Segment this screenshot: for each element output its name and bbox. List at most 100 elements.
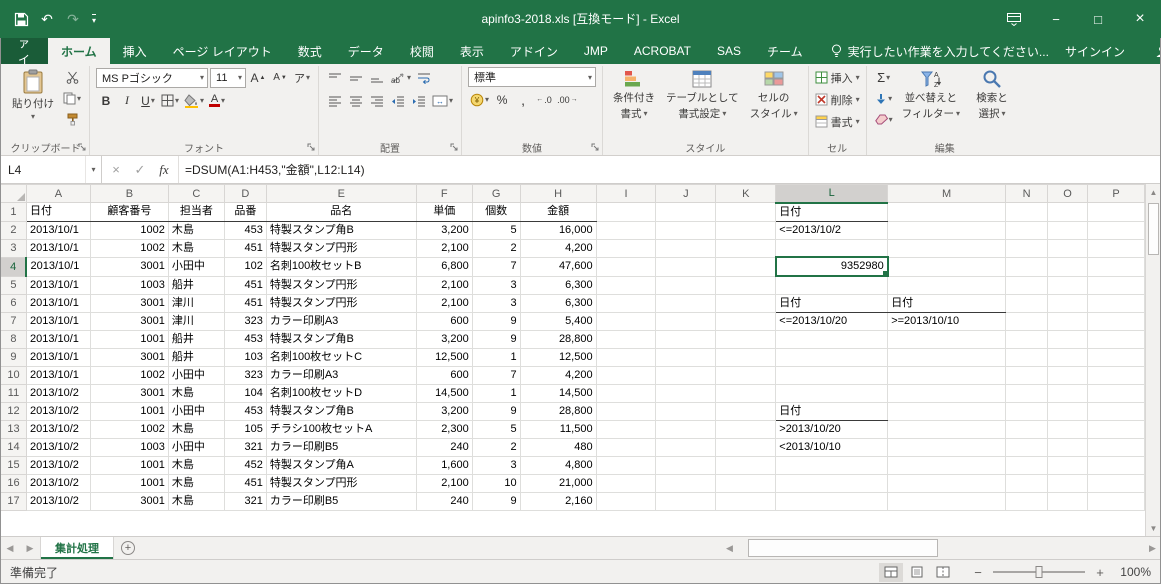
decrease-font-size-button[interactable]: A▼ <box>270 67 290 88</box>
tab-データ[interactable]: データ <box>335 38 397 64</box>
cell-B2[interactable]: 1002 <box>90 221 168 239</box>
cell-J16[interactable] <box>656 474 716 492</box>
cell-D4[interactable]: 102 <box>224 257 266 276</box>
cell-G4[interactable]: 7 <box>472 257 520 276</box>
cell-G5[interactable]: 3 <box>472 276 520 294</box>
cell-F8[interactable]: 3,200 <box>416 330 472 348</box>
cell-M12[interactable] <box>888 402 1006 420</box>
zoom-out-icon[interactable]: − <box>969 565 987 580</box>
cell-F6[interactable]: 2,100 <box>416 294 472 312</box>
cell-I3[interactable] <box>596 239 656 257</box>
cell-O6[interactable] <box>1048 294 1088 312</box>
align-top-button[interactable] <box>325 67 345 88</box>
cell-H9[interactable]: 12,500 <box>520 348 596 366</box>
share-button[interactable]: 共有 <box>1141 43 1161 60</box>
scroll-right-icon[interactable]: ▶ <box>1144 537 1161 559</box>
cell-I4[interactable] <box>596 257 656 276</box>
decrease-decimal-button[interactable]: .00→ <box>555 89 580 110</box>
col-header-L[interactable]: L <box>776 185 888 203</box>
cell-M16[interactable] <box>888 474 1006 492</box>
cell-L10[interactable] <box>776 366 888 384</box>
cell-M7[interactable]: >=2013/10/10 <box>888 312 1006 330</box>
cell-N8[interactable] <box>1006 330 1048 348</box>
cell-B12[interactable]: 1001 <box>90 402 168 420</box>
italic-button[interactable]: I <box>117 90 137 111</box>
cell-J12[interactable] <box>656 402 716 420</box>
tab-校閲[interactable]: 校閲 <box>397 38 447 64</box>
col-header-F[interactable]: F <box>416 185 472 203</box>
cell-H14[interactable]: 480 <box>520 438 596 456</box>
format-cells-button[interactable]: 書式 ▾ <box>815 111 860 132</box>
cell-I17[interactable] <box>596 492 656 510</box>
cell-P6[interactable] <box>1087 294 1144 312</box>
cell-E9[interactable]: 名刺100枚セットC <box>266 348 416 366</box>
cell-N16[interactable] <box>1006 474 1048 492</box>
cell-B15[interactable]: 1001 <box>90 456 168 474</box>
sheet-nav-left-icon[interactable]: ◀ <box>0 537 20 559</box>
cell-K17[interactable] <box>716 492 776 510</box>
zoom-slider-thumb[interactable] <box>1036 566 1043 578</box>
cell-E14[interactable]: カラー印刷B5 <box>266 438 416 456</box>
sort-filter-button[interactable]: AZ 並べ替えと フィルター▾ <box>898 67 964 121</box>
find-select-button[interactable]: 検索と 選択▾ <box>967 67 1017 121</box>
clear-button[interactable]: ▾ <box>873 109 895 130</box>
cell-F17[interactable]: 240 <box>416 492 472 510</box>
cell-F15[interactable]: 1,600 <box>416 456 472 474</box>
cell-I9[interactable] <box>596 348 656 366</box>
sign-in-button[interactable]: サインイン <box>1049 43 1141 60</box>
cell-A9[interactable]: 2013/10/1 <box>26 348 90 366</box>
cell-P17[interactable] <box>1087 492 1144 510</box>
cell-L14[interactable]: <2013/10/10 <box>776 438 888 456</box>
cell-K6[interactable] <box>716 294 776 312</box>
cell-G17[interactable]: 9 <box>472 492 520 510</box>
cell-I14[interactable] <box>596 438 656 456</box>
cell-P5[interactable] <box>1087 276 1144 294</box>
cell-M9[interactable] <box>888 348 1006 366</box>
row-header-10[interactable]: 10 <box>1 366 27 384</box>
cell-A16[interactable]: 2013/10/2 <box>26 474 90 492</box>
qat-customize-icon[interactable]: ▾ <box>86 5 102 33</box>
tab-表示[interactable]: 表示 <box>447 38 497 64</box>
cell-B10[interactable]: 1002 <box>90 366 168 384</box>
vertical-scrollbar[interactable]: ▲ ▼ <box>1145 184 1161 536</box>
col-header-H[interactable]: H <box>520 185 596 203</box>
autosum-button[interactable]: Σ▾ <box>873 67 895 88</box>
cell-O17[interactable] <box>1048 492 1088 510</box>
tab-ACROBAT[interactable]: ACROBAT <box>621 38 704 64</box>
increase-indent-button[interactable] <box>409 90 429 111</box>
row-header-6[interactable]: 6 <box>1 294 27 312</box>
cell-N17[interactable] <box>1006 492 1048 510</box>
cell-I13[interactable] <box>596 420 656 438</box>
col-header-B[interactable]: B <box>90 185 168 203</box>
horizontal-scroll-thumb[interactable] <box>748 539 938 557</box>
row-header-1[interactable]: 1 <box>1 203 27 222</box>
cell-D15[interactable]: 452 <box>224 456 266 474</box>
cell-H6[interactable]: 6,300 <box>520 294 596 312</box>
cell-H11[interactable]: 14,500 <box>520 384 596 402</box>
row-header-13[interactable]: 13 <box>1 420 27 438</box>
tab-ページ レイアウト[interactable]: ページ レイアウト <box>160 38 285 64</box>
cell-N1[interactable] <box>1006 203 1048 222</box>
cell-B1[interactable]: 顧客番号 <box>90 203 168 222</box>
tab-アドイン[interactable]: アドイン <box>497 38 571 64</box>
cell-D2[interactable]: 453 <box>224 221 266 239</box>
cell-J15[interactable] <box>656 456 716 474</box>
cell-N10[interactable] <box>1006 366 1048 384</box>
cell-G1[interactable]: 個数 <box>472 203 520 222</box>
cell-M17[interactable] <box>888 492 1006 510</box>
cell-H10[interactable]: 4,200 <box>520 366 596 384</box>
cell-A7[interactable]: 2013/10/1 <box>26 312 90 330</box>
cell-E3[interactable]: 特製スタンプ円形 <box>266 239 416 257</box>
cell-O2[interactable] <box>1048 221 1088 239</box>
maximize-button[interactable]: □ <box>1077 0 1119 38</box>
cell-C13[interactable]: 木島 <box>168 420 224 438</box>
cell-K5[interactable] <box>716 276 776 294</box>
zoom-in-icon[interactable]: + <box>1091 565 1109 580</box>
cell-O7[interactable] <box>1048 312 1088 330</box>
cell-L1[interactable]: 日付 <box>776 203 888 222</box>
cell-E5[interactable]: 特製スタンプ円形 <box>266 276 416 294</box>
cell-P11[interactable] <box>1087 384 1144 402</box>
cell-L4[interactable]: 9352980 <box>776 257 888 276</box>
conditional-formatting-button[interactable]: 条件付き 書式▾ <box>609 67 659 121</box>
cell-D7[interactable]: 323 <box>224 312 266 330</box>
